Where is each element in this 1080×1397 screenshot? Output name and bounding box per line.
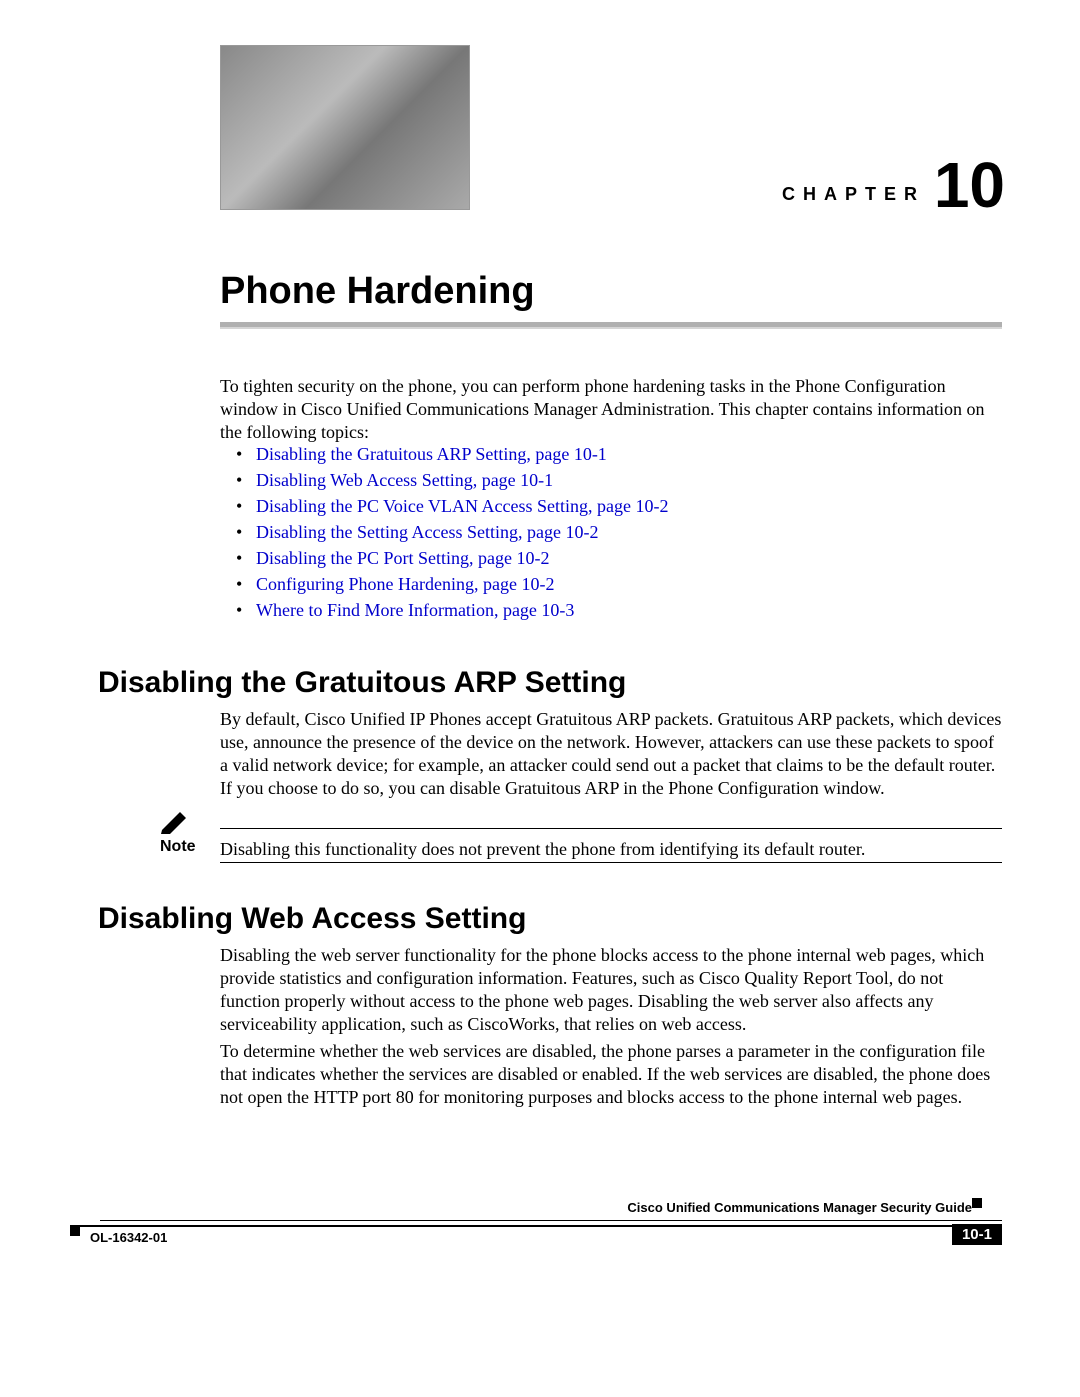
toc-link[interactable]: Disabling the Gratuitous ARP Setting, pa… [256, 444, 607, 464]
page-number: 10-1 [952, 1224, 1002, 1245]
list-item: Disabling the PC Port Setting, page 10-2 [238, 549, 1002, 567]
footer-doc-title: Cisco Unified Communications Manager Sec… [627, 1200, 972, 1215]
toc-link[interactable]: Disabling Web Access Setting, page 10-1 [256, 470, 553, 490]
section-paragraph: Disabling the web server functionality f… [220, 944, 1002, 1036]
decor-square [972, 1198, 982, 1208]
intro-paragraph: To tighten security on the phone, you ca… [220, 375, 1002, 444]
chapter-number: 10 [934, 148, 1005, 222]
chapter-header: CHAPTER 10 Phone Hardening [0, 0, 1080, 320]
list-item: Disabling the Setting Access Setting, pa… [238, 523, 1002, 541]
section-heading-garp: Disabling the Gratuitous ARP Setting [98, 666, 626, 700]
section-heading-web: Disabling Web Access Setting [98, 902, 526, 936]
toc-link[interactable]: Disabling the PC Port Setting, page 10-2 [256, 548, 549, 568]
list-item: Disabling Web Access Setting, page 10-1 [238, 471, 1002, 489]
note-rule [220, 862, 1002, 863]
note-rule [220, 828, 1002, 829]
note-text: Disabling this functionality does not pr… [220, 838, 1002, 861]
pencil-icon [160, 810, 190, 834]
footer-rule [70, 1225, 1002, 1227]
document-page: CHAPTER 10 Phone Hardening To tighten se… [0, 0, 1080, 1397]
footer-rule [100, 1220, 1002, 1221]
title-underline [220, 322, 1002, 327]
decor-square [70, 1226, 80, 1236]
chapter-label: CHAPTER [782, 184, 925, 205]
toc-link[interactable]: Where to Find More Information, page 10-… [256, 600, 574, 620]
list-item: Configuring Phone Hardening, page 10-2 [238, 575, 1002, 593]
note-label: Note [160, 838, 196, 856]
list-item: Disabling the Gratuitous ARP Setting, pa… [238, 445, 1002, 463]
toc-link[interactable]: Disabling the PC Voice VLAN Access Setti… [256, 496, 668, 516]
section-paragraph: To determine whether the web services ar… [220, 1040, 1002, 1109]
chapter-title: Phone Hardening [220, 270, 535, 313]
page-footer: Cisco Unified Communications Manager Sec… [70, 1220, 1002, 1227]
list-item: Disabling the PC Voice VLAN Access Setti… [238, 497, 1002, 515]
toc-link[interactable]: Disabling the Setting Access Setting, pa… [256, 522, 598, 542]
toc-link[interactable]: Configuring Phone Hardening, page 10-2 [256, 574, 554, 594]
section-paragraph: By default, Cisco Unified IP Phones acce… [220, 708, 1002, 800]
chapter-hero-image [220, 45, 470, 210]
footer-doc-id: OL-16342-01 [90, 1230, 167, 1245]
list-item: Where to Find More Information, page 10-… [238, 601, 1002, 619]
toc-list: Disabling the Gratuitous ARP Setting, pa… [238, 445, 1002, 627]
